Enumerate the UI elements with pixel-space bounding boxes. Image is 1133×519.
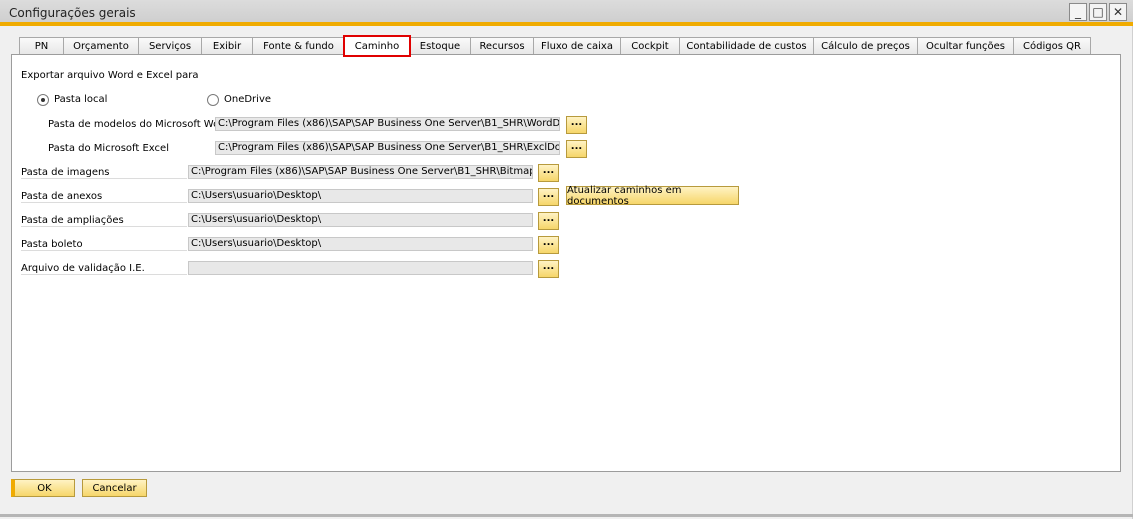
ie-validation-field[interactable]	[188, 261, 533, 275]
excel-folder-label: Pasta do Microsoft Excel	[48, 143, 169, 154]
word-browse-button[interactable]: ...	[566, 116, 587, 134]
tab-fluxo-de-caixa[interactable]: Fluxo de caixa	[533, 37, 621, 55]
attachments-browse-button[interactable]: ...	[538, 188, 559, 206]
tab-fonte-fundo[interactable]: Fonte & fundo	[252, 37, 345, 55]
tab-calculo-de-precos[interactable]: Cálculo de preços	[813, 37, 918, 55]
tab-exibir[interactable]: Exibir	[201, 37, 253, 55]
cancel-button[interactable]: Cancelar	[82, 479, 147, 497]
extensions-browse-button[interactable]: ...	[538, 212, 559, 230]
tab-estoque[interactable]: Estoque	[409, 37, 471, 55]
tab-recursos[interactable]: Recursos	[470, 37, 534, 55]
general-settings-window: Configurações gerais _ □ ✕ PN Orçamento …	[0, 0, 1133, 519]
ie-validation-label: Arquivo de validação I.E.	[21, 263, 145, 274]
boleto-folder-field[interactable]: C:\Users\usuario\Desktop\	[188, 237, 533, 251]
attachments-folder-field[interactable]: C:\Users\usuario\Desktop\	[188, 189, 533, 203]
tab-caminho[interactable]: Caminho	[343, 35, 411, 57]
tab-ocultar-funcoes[interactable]: Ocultar funções	[917, 37, 1014, 55]
window-title: Configurações gerais	[9, 6, 136, 20]
title-bar[interactable]: Configurações gerais _ □ ✕	[0, 0, 1133, 26]
attachments-folder-label: Pasta de anexos	[21, 191, 103, 202]
window-controls: _ □ ✕	[1069, 3, 1127, 21]
ok-button[interactable]: OK	[11, 479, 75, 497]
minimize-icon[interactable]: _	[1069, 3, 1087, 21]
tab-cockpit[interactable]: Cockpit	[620, 37, 680, 55]
word-folder-field[interactable]: C:\Program Files (x86)\SAP\SAP Business …	[215, 117, 560, 131]
extensions-folder-field[interactable]: C:\Users\usuario\Desktop\	[188, 213, 533, 227]
bottom-divider	[0, 514, 1133, 517]
images-folder-label: Pasta de imagens	[21, 167, 110, 178]
excel-folder-field[interactable]: C:\Program Files (x86)\SAP\SAP Business …	[215, 141, 560, 155]
tab-pn[interactable]: PN	[19, 37, 64, 55]
close-icon[interactable]: ✕	[1109, 3, 1127, 21]
boleto-folder-label: Pasta boleto	[21, 239, 83, 250]
maximize-icon[interactable]: □	[1089, 3, 1107, 21]
tab-contabilidade-de-custos[interactable]: Contabilidade de custos	[679, 37, 814, 55]
radio-pasta-local-label: Pasta local	[54, 94, 108, 105]
tab-bar: PN Orçamento Serviços Exibir Fonte & fun…	[19, 35, 1091, 57]
tab-servicos[interactable]: Serviços	[138, 37, 202, 55]
export-heading: Exportar arquivo Word e Excel para	[21, 70, 199, 81]
radio-onedrive[interactable]	[207, 94, 219, 106]
boleto-browse-button[interactable]: ...	[538, 236, 559, 254]
images-browse-button[interactable]: ...	[538, 164, 559, 182]
ie-browse-button[interactable]: ...	[538, 260, 559, 278]
radio-onedrive-label: OneDrive	[224, 94, 272, 105]
word-folder-label: Pasta de modelos do Microsoft Word	[48, 119, 230, 130]
radio-pasta-local[interactable]	[37, 94, 49, 106]
tab-codigos-qr[interactable]: Códigos QR	[1013, 37, 1091, 55]
tab-orcamento[interactable]: Orçamento	[63, 37, 139, 55]
excel-browse-button[interactable]: ...	[566, 140, 587, 158]
images-folder-field[interactable]: C:\Program Files (x86)\SAP\SAP Business …	[188, 165, 533, 179]
update-paths-button[interactable]: Atualizar caminhos em documentos	[566, 185, 739, 207]
extensions-folder-label: Pasta de ampliações	[21, 215, 124, 226]
